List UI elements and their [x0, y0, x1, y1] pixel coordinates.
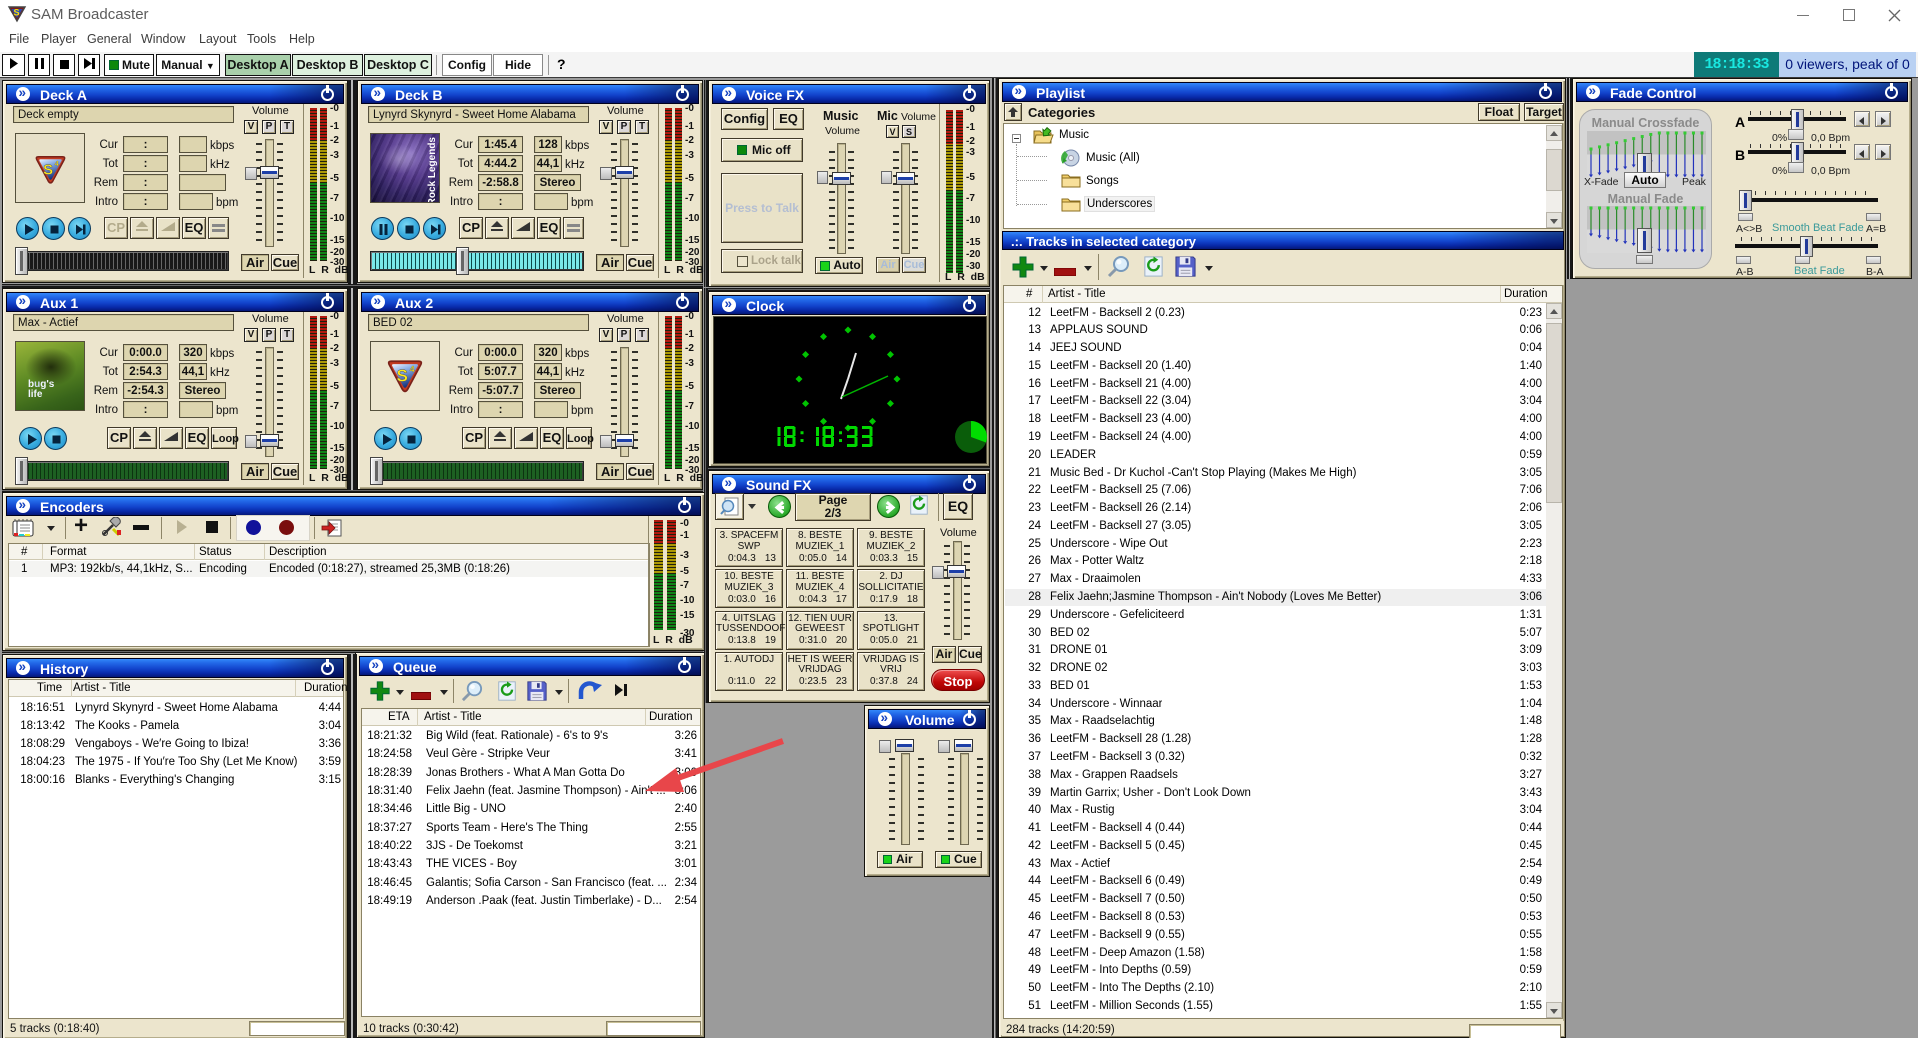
svg-text:S: S — [14, 8, 20, 18]
svg-text:S: S — [396, 367, 407, 386]
svg-text:S: S — [43, 162, 53, 178]
svg-text:4: 4 — [410, 364, 415, 374]
